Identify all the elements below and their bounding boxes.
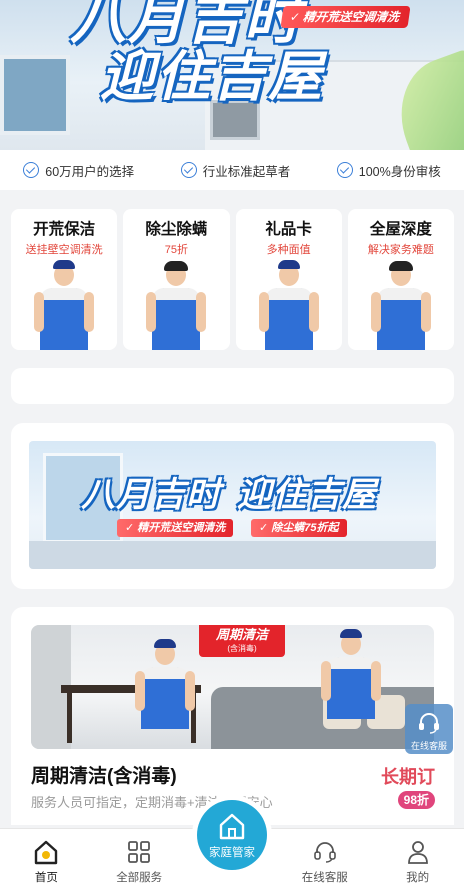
periodic-badge-main: 周期清洁 bbox=[215, 627, 268, 642]
promo-title: 八月吉时 迎住吉屋 bbox=[81, 467, 377, 516]
tab-label: 全部服务 bbox=[116, 872, 163, 884]
discount-badge: 98折 bbox=[397, 791, 435, 809]
service-card-dust-mite[interactable]: 除尘除螨 75折 bbox=[123, 209, 230, 350]
worker-illustration bbox=[370, 258, 431, 350]
user-icon bbox=[407, 841, 428, 864]
service-card-subtitle: 75折 bbox=[164, 244, 188, 256]
tab-mine[interactable]: 我的 bbox=[371, 829, 464, 895]
tab-online-service[interactable]: 在线客服 bbox=[278, 829, 371, 895]
hero-promo-tag-text: 精开荒送空调清洗 bbox=[302, 10, 401, 24]
empty-placeholder-card bbox=[11, 368, 454, 404]
promo-card: 八月吉时 迎住吉屋 ✓ 精开荒送空调清洗 ✓ 除尘螨75折起 bbox=[11, 423, 454, 589]
assurance-bar: 60万用户的选择 行业标准起草者 100%身份审核 bbox=[0, 150, 464, 190]
worker-illustration bbox=[146, 258, 207, 350]
promo-tag-1: ✓ 精开荒送空调清洗 bbox=[117, 519, 234, 537]
periodic-cleaning-photo: 周期清洁 (含消毒) bbox=[31, 625, 434, 749]
assurance-item: 行业标准起草者 bbox=[180, 161, 291, 180]
check-circle-icon bbox=[180, 162, 197, 178]
hero-promo-tag: ✓精开荒送空调清洗 bbox=[280, 6, 411, 28]
tab-label: 我的 bbox=[406, 872, 430, 884]
promo-title-b: 迎住吉屋 bbox=[237, 476, 377, 514]
tab-home[interactable]: 首页 bbox=[0, 829, 93, 895]
hero-banner[interactable]: 八月吉时 迎住吉屋 ✓精开荒送空调清洗 bbox=[0, 0, 464, 150]
promo-title-a: 八月吉时 bbox=[81, 476, 221, 514]
check-icon: ✓ bbox=[289, 10, 302, 24]
periodic-service-name: 周期清洁(含消毒) bbox=[31, 766, 177, 787]
online-service-float-label: 在线客服 bbox=[410, 741, 447, 751]
service-card-subtitle: 多种面值 bbox=[266, 244, 311, 256]
service-card-title: 除尘除螨 bbox=[145, 221, 208, 238]
promo-tag-2: ✓ 除尘螨75折起 bbox=[251, 519, 347, 537]
service-card-deep-cleaning[interactable]: 全屋深度 解决家务难题 bbox=[347, 209, 454, 350]
tab-all-services[interactable]: 全部服务 bbox=[93, 829, 186, 895]
worker-illustration bbox=[321, 627, 381, 719]
online-service-float-button[interactable]: 在线客服 bbox=[405, 704, 453, 754]
service-card-subtitle: 解决家务难题 bbox=[367, 244, 434, 256]
hero-window-decoration bbox=[0, 55, 70, 135]
check-circle-icon bbox=[23, 162, 40, 178]
assurance-label: 行业标准起草者 bbox=[202, 164, 291, 179]
assurance-label: 60万用户的选择 bbox=[45, 164, 135, 179]
service-card-subtitle: 送挂壁空调清洗 bbox=[25, 244, 103, 256]
tab-label: 首页 bbox=[34, 872, 58, 884]
promo-banner[interactable]: 八月吉时 迎住吉屋 ✓ 精开荒送空调清洗 ✓ 除尘螨75折起 bbox=[29, 441, 436, 569]
headset-icon bbox=[313, 842, 336, 863]
service-card-gift-card[interactable]: 礼品卡 多种面值 bbox=[235, 209, 342, 350]
periodic-badge-sub: (含消毒) bbox=[227, 644, 257, 653]
service-card-title: 开荒保洁 bbox=[33, 221, 96, 238]
promo-tag-2-text: 除尘螨75折起 bbox=[271, 522, 339, 534]
check-circle-icon bbox=[336, 162, 353, 178]
headset-icon bbox=[419, 713, 439, 734]
service-cards: 开荒保洁 送挂壁空调清洗 除尘除螨 75折 礼品卡 多种面值 全屋深度 解决家务… bbox=[11, 209, 454, 350]
promo-tag-1-text: 精开荒送空调清洗 bbox=[137, 522, 226, 534]
tab-label: 在线客服 bbox=[301, 872, 348, 884]
periodic-cleaning-card[interactable]: 周期清洁 (含消毒) 周期清洁(含消毒) 服务人员可指定，定期消毒+清洁，更安心… bbox=[11, 607, 454, 825]
assurance-label: 100%身份审核 bbox=[358, 164, 441, 179]
home-butler-label: 家庭管家 bbox=[209, 847, 255, 859]
assurance-item: 100%身份审核 bbox=[336, 161, 441, 180]
hero-title-line2: 迎住吉屋 bbox=[100, 47, 324, 107]
service-card-title: 全屋深度 bbox=[369, 221, 432, 238]
worker-illustration bbox=[135, 637, 195, 729]
periodic-badge: 周期清洁 (含消毒) bbox=[199, 625, 285, 657]
long-term-label: 长期订 bbox=[381, 767, 435, 787]
service-card-move-in-cleaning[interactable]: 开荒保洁 送挂壁空调清洗 bbox=[11, 209, 118, 350]
assurance-item: 60万用户的选择 bbox=[23, 161, 134, 180]
worker-illustration bbox=[258, 258, 319, 350]
promo-floor-decoration bbox=[29, 541, 436, 569]
house-icon bbox=[219, 813, 245, 840]
home-butler-button[interactable]: 家庭管家 bbox=[197, 800, 267, 870]
worker-illustration bbox=[34, 258, 95, 350]
home-logo-icon bbox=[35, 840, 58, 865]
service-card-title: 礼品卡 bbox=[265, 221, 312, 238]
grid-icon bbox=[128, 841, 151, 863]
